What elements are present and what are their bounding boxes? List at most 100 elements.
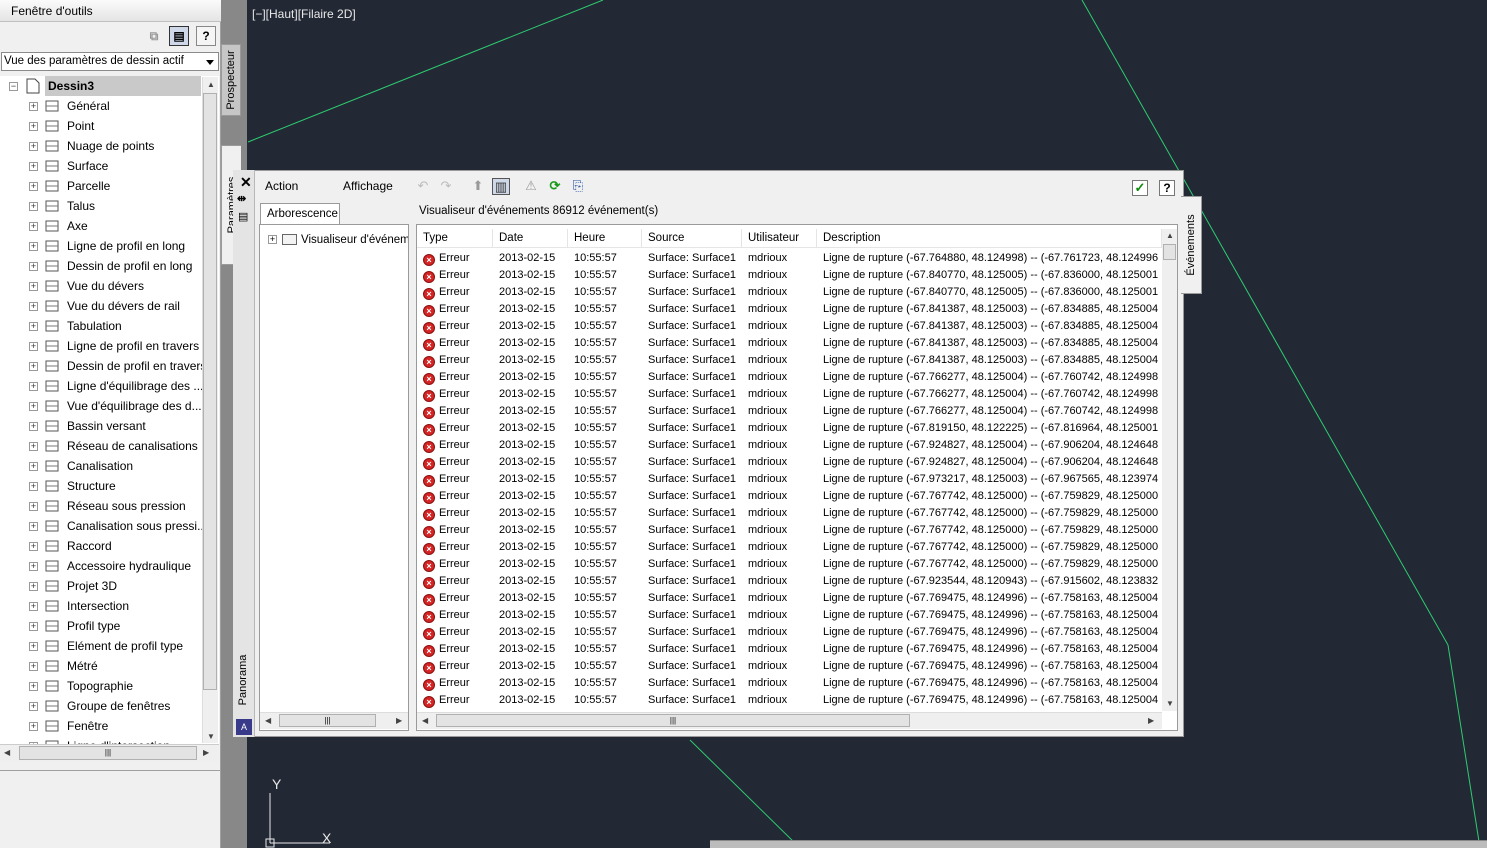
help-button[interactable]: ? <box>196 26 216 46</box>
ok-check-icon[interactable]: ✓ <box>1132 180 1148 196</box>
viewport-controls-label[interactable]: [−][Haut][Filaire 2D] <box>252 7 356 21</box>
column-header[interactable]: Date <box>493 229 568 248</box>
expand-icon[interactable]: + <box>29 702 38 711</box>
table-row[interactable]: × Erreur 2013-02-15 10:55:57 Surface: Surfac… <box>417 641 1162 658</box>
table-row[interactable]: × Erreur 2013-02-15 10:55:57 Surface: Surfac… <box>417 658 1162 675</box>
expand-icon[interactable]: + <box>29 662 38 671</box>
properties-menu-icon[interactable]: ▤ <box>238 210 248 223</box>
table-row[interactable]: × Erreur 2013-02-15 10:55:57 Surface: Surfac… <box>417 301 1162 318</box>
forward-icon[interactable]: ↷ <box>437 178 455 195</box>
column-header[interactable]: Description <box>817 229 1162 248</box>
expand-icon[interactable]: + <box>29 382 38 391</box>
table-row[interactable]: × Erreur 2013-02-15 10:55:57 Surface: Surfac… <box>417 539 1162 556</box>
scroll-left-icon[interactable]: ◀ <box>4 748 10 757</box>
expand-icon[interactable]: + <box>29 202 38 211</box>
up-level-icon[interactable]: ⬆ <box>469 178 487 195</box>
expand-icon[interactable]: + <box>29 722 38 731</box>
table-row[interactable]: × Erreur 2013-02-15 10:55:57 Surface: Surfac… <box>417 267 1162 284</box>
column-header[interactable]: Source <box>642 229 742 248</box>
tree-hscroll-thumb[interactable]: ||| <box>19 746 197 760</box>
expand-icon[interactable]: + <box>29 462 38 471</box>
table-row[interactable]: × Erreur 2013-02-15 10:55:57 Surface: Surfac… <box>417 624 1162 641</box>
expand-icon[interactable]: + <box>29 242 38 251</box>
item-view-toggle-icon[interactable]: ⧉ <box>144 26 164 46</box>
table-row[interactable]: × Erreur 2013-02-15 10:55:57 Surface: Surfac… <box>417 675 1162 692</box>
expand-icon[interactable]: + <box>29 682 38 691</box>
tree-toggle-icon[interactable]: ▥ <box>492 178 510 195</box>
expand-icon[interactable]: + <box>29 102 38 111</box>
expand-icon[interactable]: + <box>268 235 277 245</box>
expand-icon[interactable]: + <box>29 602 38 611</box>
view-select[interactable]: Vue des paramètres de dessin actif <box>1 52 219 71</box>
expand-icon[interactable]: + <box>29 162 38 171</box>
expand-icon[interactable]: + <box>29 142 38 151</box>
auto-hide-icon[interactable]: ⇹ <box>237 192 246 205</box>
expand-icon[interactable]: + <box>29 402 38 411</box>
expand-icon[interactable]: + <box>29 622 38 631</box>
expand-icon[interactable]: + <box>29 322 38 331</box>
grid-hscroll-thumb[interactable]: ||| <box>436 714 910 727</box>
collapse-icon[interactable]: − <box>9 82 18 91</box>
expand-icon[interactable]: + <box>29 122 38 131</box>
table-row[interactable]: × Erreur 2013-02-15 10:55:57 Surface: Surfac… <box>417 522 1162 539</box>
table-row[interactable]: × Erreur 2013-02-15 10:55:57 Surface: Surfac… <box>417 454 1162 471</box>
expand-icon[interactable]: + <box>29 522 38 531</box>
event-tree-pane[interactable] <box>259 224 409 731</box>
scroll-right-icon[interactable]: ▶ <box>1148 716 1154 725</box>
expand-icon[interactable]: + <box>29 282 38 291</box>
table-row[interactable]: × Erreur 2013-02-15 10:55:57 Surface: Surfac… <box>417 471 1162 488</box>
table-row[interactable]: × Erreur 2013-02-15 10:55:57 Surface: Surfac… <box>417 352 1162 369</box>
table-row[interactable]: × Erreur 2013-02-15 10:55:57 Surface: Surfac… <box>417 573 1162 590</box>
expand-icon[interactable]: + <box>29 542 38 551</box>
grid-vertical-scrollbar[interactable] <box>1162 229 1177 711</box>
tree-scroll-thumb[interactable] <box>203 93 217 690</box>
table-row[interactable]: × Erreur 2013-02-15 10:55:57 Surface: Surfac… <box>417 488 1162 505</box>
scroll-right-icon[interactable]: ▶ <box>396 716 402 725</box>
expand-icon[interactable]: + <box>29 442 38 451</box>
table-row[interactable]: × Erreur 2013-02-15 10:55:57 Surface: Surfac… <box>417 369 1162 386</box>
expand-icon[interactable]: + <box>29 582 38 591</box>
list-view-toggle-icon[interactable]: ▤ <box>169 26 189 46</box>
tree-pane-hscroll-thumb[interactable]: ||| <box>279 714 376 727</box>
table-row[interactable]: × Erreur 2013-02-15 10:55:57 Surface: Surfac… <box>417 505 1162 522</box>
tab-arborescence[interactable]: Arborescence <box>260 203 340 225</box>
tab-prospecteur[interactable]: Prospecteur <box>221 44 241 116</box>
column-header[interactable]: Type <box>417 229 493 248</box>
table-row[interactable]: × Erreur 2013-02-15 10:55:57 Surface: Surfac… <box>417 590 1162 607</box>
expand-icon[interactable]: + <box>29 222 38 231</box>
expand-icon[interactable]: + <box>29 562 38 571</box>
scroll-left-icon[interactable]: ◀ <box>265 716 271 725</box>
table-row[interactable]: × Erreur 2013-02-15 10:55:57 Surface: Surfac… <box>417 692 1162 709</box>
clear-events-icon[interactable]: ⚠ <box>522 178 540 195</box>
close-icon[interactable]: ✕ <box>240 174 252 191</box>
table-row[interactable]: × Erreur 2013-02-15 10:55:57 Surface: Surfac… <box>417 607 1162 624</box>
column-header[interactable]: Utilisateur <box>742 229 817 248</box>
scroll-up-icon[interactable]: ▲ <box>207 80 215 89</box>
expand-icon[interactable]: + <box>29 482 38 491</box>
menu-affichage[interactable]: Affichage <box>343 176 393 196</box>
expand-icon[interactable]: + <box>29 362 38 371</box>
grid-vscroll-thumb[interactable] <box>1163 244 1176 260</box>
panorama-help-button[interactable]: ? <box>1159 180 1175 196</box>
scroll-down-icon[interactable]: ▼ <box>1166 699 1174 708</box>
expand-icon[interactable]: + <box>29 502 38 511</box>
table-row[interactable]: × Erreur 2013-02-15 10:55:57 Surface: Surfac… <box>417 318 1162 335</box>
export-icon[interactable]: ⎘ <box>569 178 587 195</box>
table-row[interactable]: × Erreur 2013-02-15 10:55:57 Surface: Surfac… <box>417 284 1162 301</box>
expand-icon[interactable]: + <box>29 182 38 191</box>
expand-icon[interactable]: + <box>29 342 38 351</box>
column-header[interactable]: Heure <box>568 229 642 248</box>
settings-tree[interactable]: − Dessin3 + Général + Point + Nuage de points… <box>0 76 219 744</box>
table-row[interactable]: × Erreur 2013-02-15 10:55:57 Surface: Surfac… <box>417 386 1162 403</box>
table-row[interactable]: × Erreur 2013-02-15 10:55:57 Surface: Surfac… <box>417 250 1162 267</box>
back-icon[interactable]: ↶ <box>414 178 432 195</box>
expand-icon[interactable]: + <box>29 302 38 311</box>
table-row[interactable]: × Erreur 2013-02-15 10:55:57 Surface: Surfac… <box>417 556 1162 573</box>
scroll-up-icon[interactable]: ▲ <box>1166 231 1174 240</box>
expand-icon[interactable]: + <box>29 422 38 431</box>
table-row[interactable]: × Erreur 2013-02-15 10:55:57 Surface: Surfac… <box>417 420 1162 437</box>
expand-icon[interactable]: + <box>29 642 38 651</box>
table-row[interactable]: × Erreur 2013-02-15 10:55:57 Surface: Surfac… <box>417 335 1162 352</box>
scroll-right-icon[interactable]: ▶ <box>203 748 209 757</box>
refresh-icon[interactable]: ⟳ <box>546 178 564 195</box>
